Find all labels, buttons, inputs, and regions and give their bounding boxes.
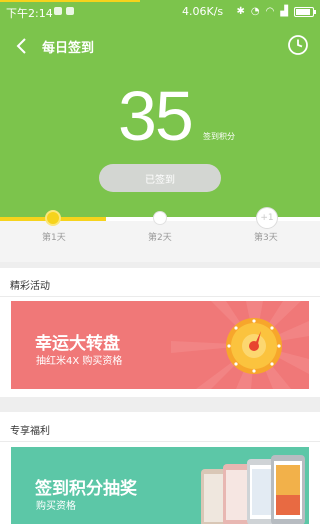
clock-icon[interactable] — [286, 33, 310, 57]
activities-divider — [0, 296, 320, 297]
back-button[interactable] — [10, 34, 34, 58]
activities-title: 精彩活动 — [10, 281, 50, 292]
page-title: 每日签到 — [42, 41, 95, 56]
notification-icon — [66, 7, 74, 15]
bluetooth-icon: ✱ — [236, 6, 245, 17]
activities-section: 精彩活动 幸运大转盘 抽红米4X 购买资格 — [0, 268, 320, 397]
signed-button[interactable]: 已签到 — [99, 164, 221, 192]
lucky-wheel-icon — [226, 318, 282, 374]
points-value: 35 — [118, 77, 194, 155]
lucky-wheel-banner[interactable]: 幸运大转盘 抽红米4X 购买资格 — [11, 301, 309, 389]
notification-icon — [54, 7, 62, 15]
benefits-section: 专享福利 签到积分抽奖 购买资格 — [0, 412, 320, 524]
signal-icon: ▟ — [280, 6, 288, 17]
network-speed: 4.06K/s — [182, 5, 224, 18]
day-3-gift-icon: +1 — [257, 208, 277, 228]
points-lottery-banner[interactable]: 签到积分抽奖 购买资格 — [11, 447, 309, 524]
banner-subtitle: 购买资格 — [36, 501, 76, 512]
chevron-left-icon — [16, 38, 26, 54]
notification-icons — [54, 7, 74, 15]
status-time: 下午2:14 — [6, 7, 53, 20]
day-3-label: 第3天 — [254, 233, 278, 243]
day-2-label: 第2天 — [148, 233, 172, 243]
day-2-dot — [154, 212, 166, 224]
banner-title: 幸运大转盘 — [35, 334, 120, 354]
day-progress: +1 第1天 第2天 第3天 — [0, 208, 320, 262]
phones-image — [201, 455, 305, 524]
alarm-icon: ◔ — [250, 6, 260, 17]
battery-icon — [294, 7, 316, 17]
banner-subtitle: 抽红米4X 购买资格 — [36, 356, 123, 367]
points-label: 签到积分 — [203, 132, 235, 141]
banner-title: 签到积分抽奖 — [35, 479, 137, 499]
header: 每日签到 35 签到积分 已签到 — [0, 24, 320, 217]
benefits-divider — [0, 441, 320, 442]
system-icons: ✱ ◔ ◠ ▟ — [236, 6, 316, 18]
benefits-title: 专享福利 — [10, 426, 50, 437]
day-1-dot — [47, 212, 59, 224]
wifi-icon: ◠ — [265, 6, 275, 17]
status-bar: 下午2:14 4.06K/s ✱ ◔ ◠ ▟ — [0, 0, 320, 24]
status-progress-line — [0, 0, 140, 2]
day-1-label: 第1天 — [42, 233, 66, 243]
